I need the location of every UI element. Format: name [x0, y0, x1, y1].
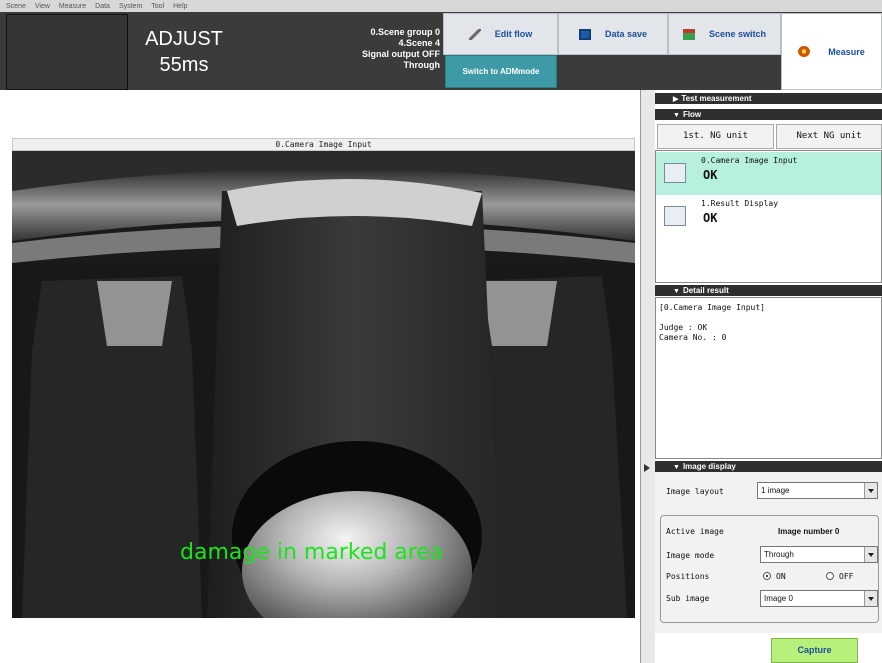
scene-group: 0.Scene group 0: [370, 27, 440, 37]
switch-icon: [682, 28, 695, 40]
measure-button[interactable]: Measure: [781, 13, 882, 90]
defect-annotation: damage in marked area: [180, 540, 444, 565]
scene-status: 0.Scene group 0 4.Scene 4 Signal output …: [300, 27, 440, 71]
menu-data[interactable]: Data: [95, 3, 110, 10]
expand-arrow-icon[interactable]: [644, 464, 650, 472]
chevron-down-icon[interactable]: [864, 591, 877, 606]
capture-button[interactable]: Capture: [771, 638, 858, 663]
flow-item-result: OK: [703, 211, 718, 225]
sub-image-label: Sub image: [666, 594, 710, 603]
menu-measure[interactable]: Measure: [59, 3, 86, 10]
positions-off-radio[interactable]: [826, 572, 834, 580]
flow-item-result: OK: [703, 168, 718, 182]
signal-output: Signal output OFF: [362, 49, 440, 59]
menu-scene[interactable]: Scene: [6, 3, 26, 10]
scene-switch-button[interactable]: Scene switch: [668, 13, 781, 55]
menu-help[interactable]: Help: [173, 3, 187, 10]
next-ng-unit-button[interactable]: Next NG unit: [776, 124, 882, 149]
menu-bar: Scene View Measure Data System Tool Help: [0, 0, 882, 12]
measure-label: Measure: [828, 46, 865, 57]
data-save-button[interactable]: Data save: [558, 13, 668, 55]
measure-icon: [798, 46, 811, 57]
detail-result-text: [0.Camera Image Input] Judge : OK Camera…: [655, 297, 882, 459]
data-save-label: Data save: [604, 29, 648, 39]
flow-header[interactable]: ▼ Flow: [655, 109, 882, 120]
image-mode-label: Image mode: [666, 551, 715, 560]
switch-adm-label: Switch to ADMmode: [462, 67, 540, 76]
active-image-label: Active image: [666, 527, 724, 536]
processing-time: 55ms: [159, 54, 209, 76]
test-measurement-header[interactable]: ▶ Test measurement: [655, 93, 882, 104]
mode-display: ADJUST 55ms: [128, 26, 240, 78]
mode-label: ADJUST: [145, 28, 223, 50]
flow-item-name: 1.Result Display: [701, 199, 779, 208]
menu-view[interactable]: View: [35, 3, 50, 10]
switch-adm-button[interactable]: Switch to ADMmode: [445, 55, 557, 88]
image-title: 0.Camera Image Input: [12, 138, 635, 151]
image-display-header[interactable]: ▼ Image display: [655, 461, 882, 472]
image-mode-status: Through: [403, 60, 441, 70]
panel-splitter[interactable]: [640, 90, 655, 663]
thumbnail-panel: [6, 14, 128, 90]
triangle-down-icon: ▼: [673, 112, 680, 119]
chevron-down-icon[interactable]: [864, 483, 877, 498]
flow-list: 0.Camera Image Input OK 1.Result Display…: [655, 150, 882, 283]
edit-flow-label: Edit flow: [494, 29, 533, 39]
scene-name: 4.Scene 4: [398, 38, 440, 48]
flow-item-camera-input[interactable]: 0.Camera Image Input OK: [656, 152, 881, 195]
disk-icon: [578, 28, 591, 40]
positions-on-label: ON: [776, 572, 786, 581]
flow-item-name: 0.Camera Image Input: [701, 156, 798, 165]
positions-label: Positions: [666, 572, 710, 581]
menu-system[interactable]: System: [119, 3, 142, 10]
edit-flow-button[interactable]: Edit flow: [443, 13, 558, 55]
chevron-down-icon[interactable]: [864, 547, 877, 562]
first-ng-unit-button[interactable]: 1st. NG unit: [657, 124, 774, 149]
detail-result-header[interactable]: ▼ Detail result: [655, 285, 882, 296]
triangle-down-icon: ▼: [673, 288, 680, 295]
image-layout-select[interactable]: 1 image: [757, 482, 878, 499]
active-image-value: Image number 0: [778, 527, 840, 536]
menu-tool[interactable]: Tool: [151, 3, 164, 10]
triangle-right-icon: ▶: [673, 96, 679, 103]
positions-on-radio[interactable]: [763, 572, 771, 580]
monitor-icon: [664, 206, 686, 226]
camera-icon: [664, 163, 686, 183]
flow-item-result-display[interactable]: 1.Result Display OK: [656, 195, 881, 238]
sub-image-select[interactable]: Image 0: [760, 590, 878, 607]
scene-switch-label: Scene switch: [708, 29, 767, 39]
image-mode-select[interactable]: Through: [760, 546, 878, 563]
positions-off-label: OFF: [839, 572, 854, 581]
image-layout-label: Image layout: [666, 487, 724, 496]
pencil-icon: [468, 28, 481, 40]
